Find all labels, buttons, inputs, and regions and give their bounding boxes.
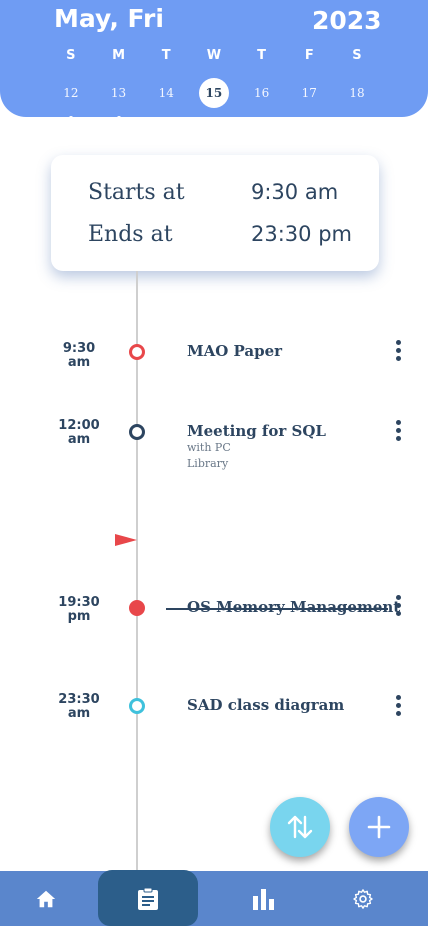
day-number[interactable]: 13 <box>104 78 134 108</box>
sort-icon <box>287 815 313 839</box>
event-time: 19:30 pm <box>44 596 114 624</box>
event-time-value: 12:00 <box>58 418 100 433</box>
day-friday[interactable]: F 17 <box>285 46 333 108</box>
home-icon <box>36 890 56 907</box>
day-number[interactable]: 16 <box>247 78 277 108</box>
event-title: MAO Paper <box>187 342 283 360</box>
year-label[interactable]: 2023 <box>312 6 382 35</box>
more-options-icon[interactable] <box>392 420 404 446</box>
day-number[interactable]: 14 <box>151 78 181 108</box>
event-subtitle: with PC <box>187 441 231 454</box>
day-tuesday[interactable]: T 14 <box>142 46 190 108</box>
event-time-period: am <box>67 432 91 447</box>
event-status-node <box>129 344 145 360</box>
day-number[interactable]: 17 <box>294 78 324 108</box>
event-title-completed: OS Memory Management <box>166 598 400 616</box>
event-dot <box>116 116 121 120</box>
nav-settings[interactable] <box>328 871 398 926</box>
event-time-period: am <box>67 355 91 370</box>
calendar-header: May, Fri 2023 S 12 M 13 T 14 W 15 T 16 F… <box>0 0 428 120</box>
event-time-value: 23:30 <box>58 692 100 707</box>
event-time: 9:30 am <box>44 342 114 370</box>
timeline-event[interactable]: 23:30 am SAD class diagram <box>0 693 428 733</box>
day-letter: T <box>257 48 267 63</box>
week-strip: S 12 M 13 T 14 W 15 T 16 F 17 S 18 <box>47 46 381 120</box>
more-options-icon[interactable] <box>392 340 404 366</box>
plus-icon <box>367 815 391 839</box>
event-title-text: OS Memory Management <box>187 598 401 616</box>
timeline-event[interactable]: 19:30 pm OS Memory Management <box>0 595 428 635</box>
day-number[interactable]: 12 <box>56 78 86 108</box>
nav-stats[interactable] <box>228 871 298 926</box>
timeline-event[interactable]: 12:00 am Meeting for SQL with PC Library <box>0 418 428 478</box>
day-wednesday[interactable]: W 15 <box>190 46 238 108</box>
day-letter: S <box>352 48 362 63</box>
day-number[interactable]: 18 <box>342 78 372 108</box>
bar-chart-icon <box>253 888 274 910</box>
event-status-node <box>129 698 145 714</box>
event-time-period: pm <box>67 609 91 624</box>
day-saturday[interactable]: S 18 <box>333 46 381 108</box>
day-letter: T <box>161 48 171 63</box>
day-sunday[interactable]: S 12 <box>47 46 95 120</box>
event-time-period: am <box>67 706 91 721</box>
gear-icon <box>353 888 373 909</box>
event-title: SAD class diagram <box>187 696 345 714</box>
starts-at-value[interactable]: 9:30 am <box>251 180 338 204</box>
sort-button[interactable] <box>270 797 330 857</box>
event-location: Library <box>187 457 229 470</box>
month-label[interactable]: May, Fri <box>54 4 164 33</box>
timeline-event[interactable]: 9:30 am MAO Paper <box>0 340 428 380</box>
day-monday[interactable]: M 13 <box>95 46 143 120</box>
event-dot <box>68 116 73 120</box>
day-thursday[interactable]: T 16 <box>238 46 286 108</box>
flag-icon <box>115 534 137 546</box>
more-options-icon[interactable] <box>392 695 404 721</box>
ends-at-label: Ends at <box>88 222 173 247</box>
ends-at-value[interactable]: 23:30 pm <box>251 222 352 246</box>
more-options-icon[interactable] <box>392 595 404 621</box>
nav-tasks[interactable] <box>113 871 183 926</box>
day-letter: S <box>66 48 76 63</box>
day-letter: F <box>304 48 314 63</box>
event-time: 23:30 am <box>44 693 114 721</box>
day-letter: W <box>206 48 222 63</box>
time-range-card: Starts at 9:30 am Ends at 23:30 pm <box>51 155 379 271</box>
starts-at-label: Starts at <box>88 180 185 205</box>
event-title: Meeting for SQL <box>187 422 326 440</box>
add-event-button[interactable] <box>349 797 409 857</box>
nav-home[interactable] <box>11 871 81 926</box>
day-number-selected[interactable]: 15 <box>198 78 229 108</box>
event-time-value: 9:30 <box>62 341 96 356</box>
event-status-node <box>129 424 145 440</box>
day-letter: M <box>112 48 125 63</box>
event-status-node <box>129 600 145 616</box>
strikethrough-line <box>166 608 388 610</box>
event-time-value: 19:30 <box>58 595 100 610</box>
event-time: 12:00 am <box>44 419 114 447</box>
clipboard-icon <box>138 887 158 910</box>
